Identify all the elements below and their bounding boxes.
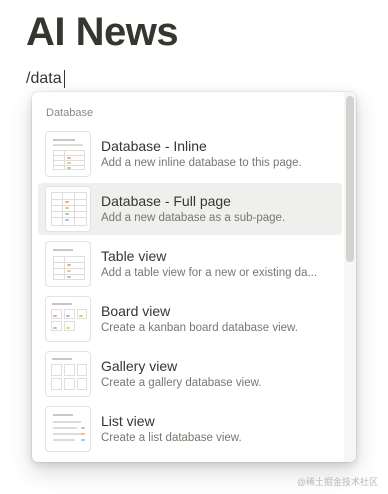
menu-item-text: Database - Inline Add a new inline datab… — [101, 137, 302, 171]
table-view-icon — [45, 241, 91, 287]
menu-item-description: Add a table view for a new or existing d… — [101, 267, 318, 279]
menu-item-title: Board view — [101, 303, 171, 319]
section-label-database: Database — [46, 107, 94, 119]
menu-item-description: Create a gallery database view. — [101, 377, 262, 389]
database-full-page-icon — [45, 186, 91, 232]
menu-item-description: Add a new inline database to this page. — [101, 157, 302, 169]
menu-item-list-view[interactable]: List view Create a list database view. — [38, 403, 342, 455]
menu-item-text: Database - Full page Add a new database … — [101, 192, 285, 226]
menu-item-board-view[interactable]: Board view Create a kanban board databas… — [38, 293, 342, 345]
menu-item-database-inline[interactable]: Database - Inline Add a new inline datab… — [38, 128, 342, 180]
menu-item-description: Create a list database view. — [101, 432, 242, 444]
page-title[interactable]: AI News — [26, 8, 179, 56]
gallery-view-icon — [45, 351, 91, 397]
command-input-line[interactable]: /data — [26, 68, 65, 90]
menu-item-title: List view — [101, 413, 155, 429]
slash-command-menu: Database Database - Inline Add a new inl… — [32, 92, 356, 462]
menu-scrollbar[interactable] — [344, 92, 356, 462]
menu-item-description: Create a kanban board database view. — [101, 322, 298, 334]
menu-item-description: Add a new database as a sub-page. — [101, 212, 286, 224]
page: AI News /data Database Database - Inline… — [0, 0, 388, 494]
menu-scroll-area: Database Database - Inline Add a new inl… — [32, 92, 344, 462]
watermark: @稀土掘金技术社区 — [296, 477, 378, 487]
menu-item-title: Table view — [101, 248, 167, 264]
menu-item-gallery-view[interactable]: Gallery view Create a gallery database v… — [38, 348, 342, 400]
menu-item-title: Database - Full page — [101, 193, 231, 209]
board-view-icon — [45, 296, 91, 342]
menu-item-table-view[interactable]: Table view Add a table view for a new or… — [38, 238, 342, 290]
menu-item-text: Gallery view Create a gallery database v… — [101, 357, 261, 391]
database-inline-icon — [45, 131, 91, 177]
menu-item-title: Database - Inline — [101, 138, 207, 154]
command-text[interactable]: /data — [26, 70, 62, 88]
menu-item-title: Gallery view — [101, 358, 178, 374]
text-caret — [63, 70, 65, 88]
menu-item-text: List view Create a list database view. — [101, 412, 242, 446]
menu-scrollbar-thumb[interactable] — [346, 96, 354, 262]
menu-item-text: Board view Create a kanban board databas… — [101, 302, 298, 336]
menu-item-text: Table view Add a table view for a new or… — [101, 247, 317, 281]
list-view-icon — [45, 406, 91, 452]
menu-item-database-full-page[interactable]: Database - Full page Add a new database … — [38, 183, 342, 235]
